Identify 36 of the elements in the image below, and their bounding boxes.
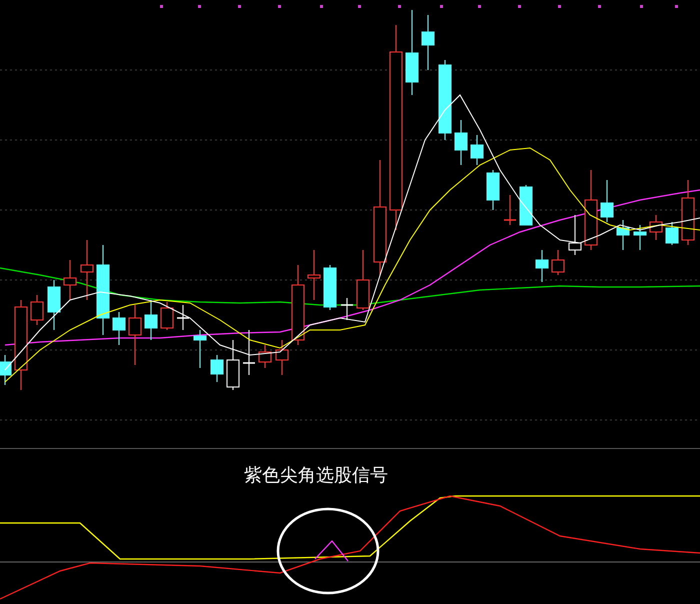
- candlestick: [568, 214, 582, 256]
- candlestick: [308, 250, 320, 300]
- candlestick: [243, 330, 255, 376]
- candlestick: [276, 340, 288, 376]
- candlestick: [341, 298, 353, 320]
- candlestick: [634, 224, 646, 250]
- candlestick: [422, 14, 434, 70]
- candlestick: [650, 214, 662, 240]
- candlestick: [160, 302, 174, 330]
- candlestick: [194, 330, 206, 368]
- candlestick: [454, 120, 468, 166]
- candlestick: [616, 220, 630, 250]
- candlestick: [536, 250, 548, 282]
- candlestick: [128, 304, 142, 366]
- candlestick: [666, 222, 678, 246]
- candlestick: [356, 250, 370, 310]
- candlestick: [64, 260, 76, 300]
- candlestick: [210, 354, 224, 382]
- candlestick: [177, 304, 189, 330]
- candlestick: [144, 300, 158, 340]
- candlestick: [226, 340, 240, 390]
- candlestick: [520, 184, 532, 226]
- candlestick: [30, 294, 44, 326]
- candlestick: [470, 134, 484, 166]
- candlestick: [552, 250, 564, 276]
- candlestick: [0, 354, 12, 386]
- candlestick: [682, 180, 694, 246]
- candlestick: [258, 344, 272, 368]
- candlestick: [504, 194, 516, 226]
- candlestick: [324, 264, 336, 310]
- candlestick: [80, 240, 94, 300]
- candlestick: [112, 312, 126, 346]
- candlestick: [600, 180, 614, 222]
- candlestick: [48, 280, 60, 330]
- candlestick: [486, 170, 500, 210]
- annotation-text: 紫色尖角选股信号: [244, 467, 388, 485]
